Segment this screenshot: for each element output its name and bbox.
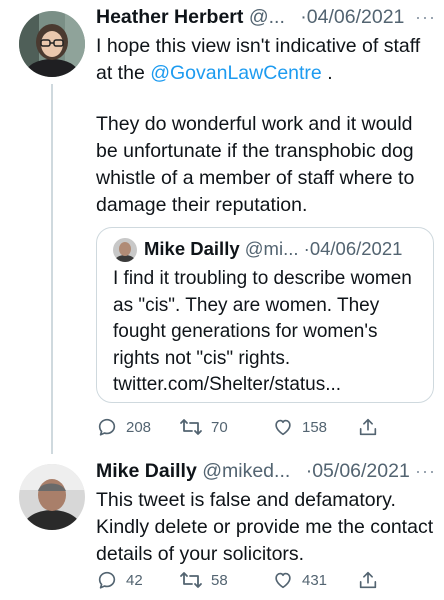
reply-button[interactable]: 208 [96,413,151,441]
tweet-text-paragraph: They do wonderful work and it would be u… [96,113,415,216]
reply-button[interactable]: 42 [96,566,143,594]
retweet-button[interactable]: 58 [179,566,228,594]
tweet-text: This tweet is false and defamatory. Kind… [96,489,434,565]
quoted-tweet[interactable]: Mike Dailly @mi... ·04/06/2021 I find it… [96,227,434,403]
author-name[interactable]: Heather Herbert [96,6,243,28]
tweet-header: Mike Dailly @miked... ·05/06/2021 ··· [96,456,436,486]
like-count: 158 [302,418,328,436]
quote-header: Mike Dailly @mi... ·04/06/2021 [144,234,402,264]
thread-connector-line [51,84,53,454]
like-button[interactable]: 158 [272,413,327,441]
more-icon[interactable]: ··· [415,2,436,32]
share-button[interactable] [357,566,379,594]
quote-author-name: Mike Dailly [144,238,240,259]
author-name[interactable]: Mike Dailly [96,460,197,482]
tweet-date[interactable]: ·04/06/2021 [300,6,404,28]
share-icon [359,571,377,589]
mention-link[interactable]: @GovanLawCentre [150,62,322,84]
author-handle[interactable]: @miked... [202,460,290,482]
tweet-header: Heather Herbert @... ·04/06/2021 ··· [96,2,436,32]
tweet-text: I hope this view isn't indicative of sta… [96,33,434,87]
reply-icon [98,571,116,589]
reply-count: 42 [126,571,143,589]
retweet-icon [180,572,202,588]
avatar-heather-herbert[interactable] [19,11,85,77]
retweet-button[interactable]: 70 [179,413,228,441]
tweet-actions: 42 58 431 [96,566,396,594]
quote-author-handle: @mi... [244,238,299,259]
like-icon [275,572,291,589]
retweet-count: 70 [211,418,228,436]
tweet-actions: 208 70 158 [96,413,396,441]
avatar-mike-dailly[interactable] [19,464,85,530]
like-count: 431 [302,571,328,589]
like-icon [275,419,291,436]
share-icon [359,418,377,436]
author-handle[interactable]: @... [249,6,285,28]
quote-date: ·04/06/2021 [303,238,403,259]
avatar-mike-dailly-small [113,238,137,262]
quote-text: I find it troubling to describe women as… [113,268,412,395]
retweet-count: 58 [211,571,228,589]
like-button[interactable]: 431 [272,566,327,594]
reply-icon [98,418,116,436]
more-icon[interactable]: ··· [415,456,436,486]
reply-count: 208 [126,418,152,436]
tweet-text-part: . [321,62,333,84]
share-button[interactable] [357,413,379,441]
tweet-date[interactable]: ·05/06/2021 [306,460,410,482]
retweet-icon [180,419,202,435]
